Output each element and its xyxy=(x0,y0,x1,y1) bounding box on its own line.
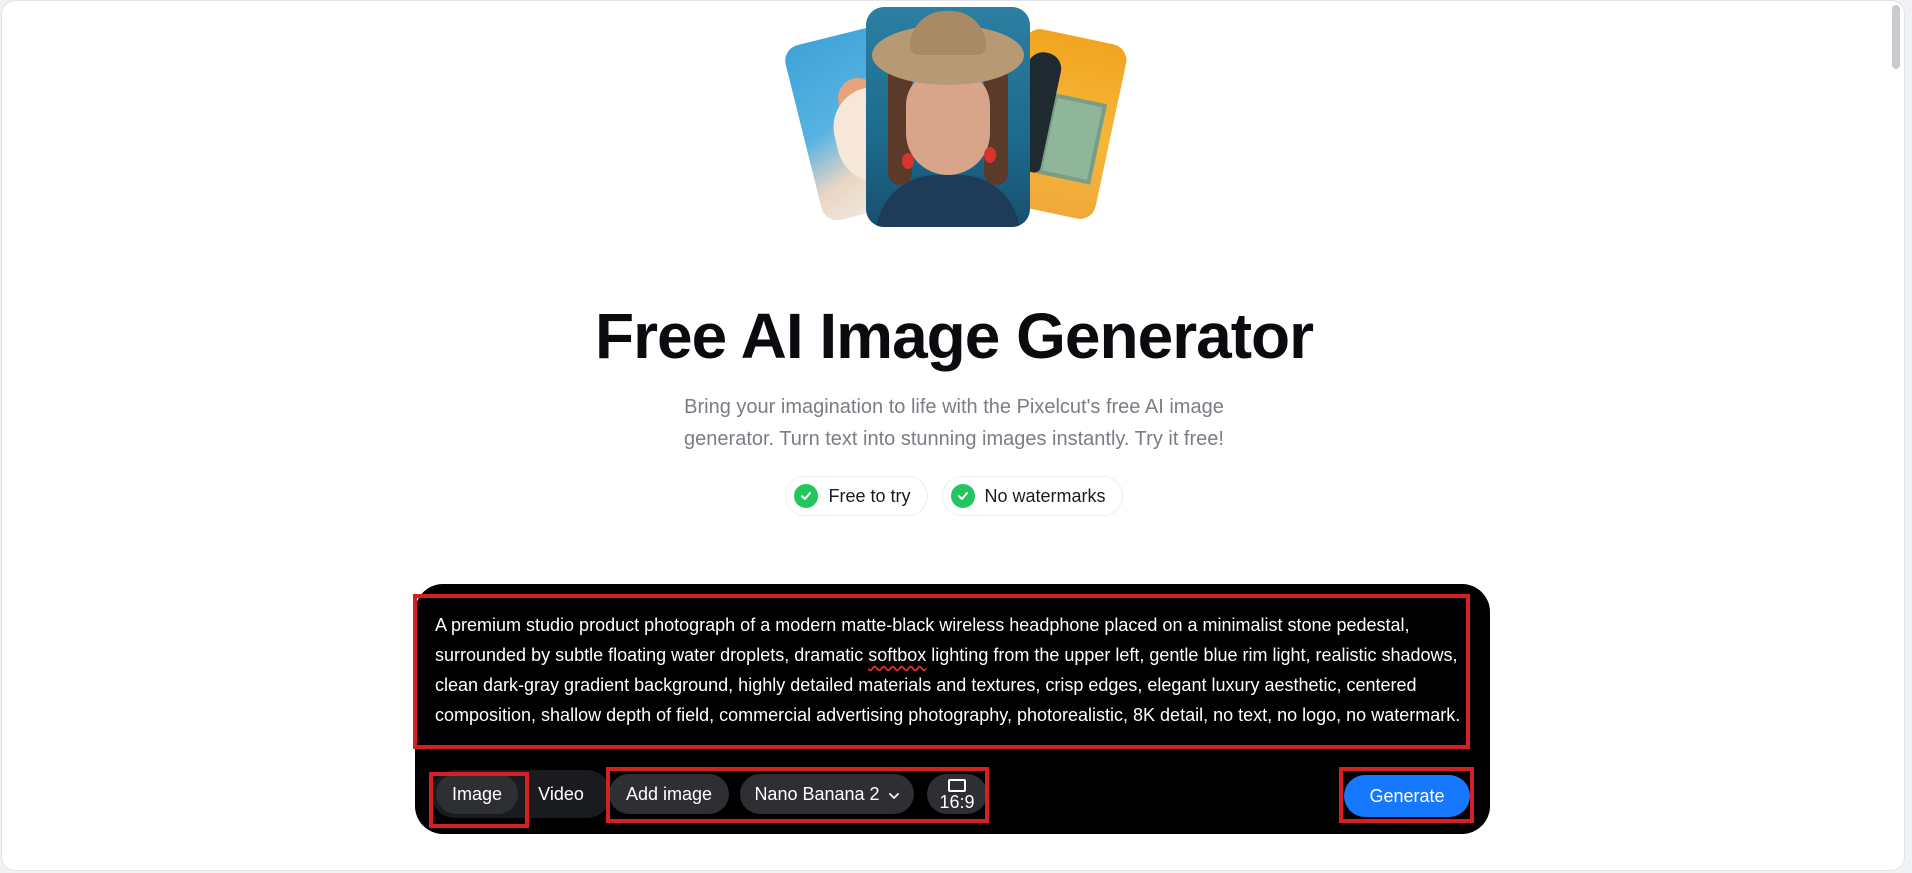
feature-badges: Free to try No watermarks xyxy=(2,476,1904,516)
page-title: Free AI Image Generator xyxy=(595,300,1314,372)
portrait-earring-left xyxy=(902,153,914,169)
highlight-box-generate xyxy=(1339,767,1474,823)
check-circle-icon xyxy=(950,484,975,508)
portrait-earring-right xyxy=(984,147,996,163)
highlight-box-image-tab xyxy=(429,772,529,828)
badge-free-to-try: Free to try xyxy=(785,476,928,516)
portrait-hat-crown xyxy=(910,11,986,55)
scrollbar[interactable] xyxy=(1892,5,1900,69)
tab-video[interactable]: Video xyxy=(520,774,602,814)
hero-card-portrait xyxy=(866,7,1030,227)
prompt-panel: A premium studio product photograph of a… xyxy=(413,584,1490,834)
page-frame: Free AI Image Generator Bring your imagi… xyxy=(1,0,1905,871)
spellcheck-flagged-word: softbox xyxy=(868,645,927,665)
badge-label: Free to try xyxy=(828,485,911,506)
subtitle-line-1: Bring your imagination to life with the … xyxy=(684,396,1224,418)
subtitle-line-2: generator. Turn text into stunning image… xyxy=(684,428,1224,450)
page-subtitle: Bring your imagination to life with the … xyxy=(2,391,1904,455)
badge-no-watermarks: No watermarks xyxy=(941,476,1123,516)
badge-label: No watermarks xyxy=(984,485,1106,506)
prompt-text[interactable]: A premium studio product photograph of a… xyxy=(435,610,1475,730)
highlight-box-controls xyxy=(606,767,989,823)
prompt-input[interactable]: A premium studio product photograph of a… xyxy=(413,594,1470,749)
check-circle-icon xyxy=(794,484,819,508)
hero-image-stack xyxy=(781,1,1142,231)
